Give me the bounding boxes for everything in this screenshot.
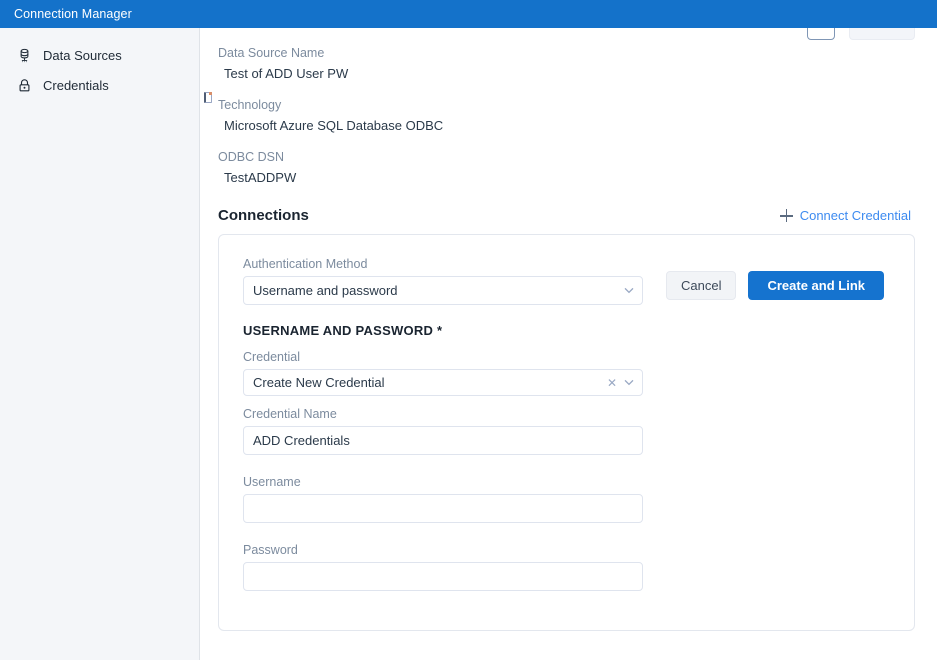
password-input[interactable] (243, 562, 643, 591)
field-label: Technology (218, 98, 915, 112)
credential-field: Credential Create New Credential ✕ (243, 350, 643, 396)
connect-credential-label: Connect Credential (800, 208, 911, 223)
cancel-button[interactable]: Cancel (666, 271, 736, 300)
username-input[interactable] (243, 494, 643, 523)
username-label: Username (243, 475, 643, 489)
field-odbc-dsn: ODBC DSN TestADDPW (218, 150, 915, 185)
details-panel: Data Source Name Test of ADD User PW Tec… (200, 28, 937, 631)
auth-method-select[interactable]: Username and password (243, 276, 643, 305)
credential-name-field: Credential Name ADD Credentials (243, 407, 643, 455)
lock-icon (16, 77, 32, 93)
window-title: Connection Manager (14, 7, 132, 21)
credential-select[interactable]: Create New Credential ✕ (243, 369, 643, 396)
connections-section-header: Connections Connect Credential (218, 207, 915, 224)
field-label: ODBC DSN (218, 150, 915, 164)
toolbar-button-outline[interactable] (807, 28, 835, 40)
connection-form-card: Authentication Method Username and passw… (218, 234, 915, 631)
credential-name-value: ADD Credentials (253, 434, 634, 447)
sidebar-item-data-sources[interactable]: Data Sources (0, 40, 199, 70)
clear-icon[interactable]: ✕ (607, 377, 617, 389)
field-data-source-name: Data Source Name Test of ADD User PW (218, 46, 915, 81)
password-field: Password (243, 543, 643, 591)
content-area: Data Source Name Test of ADD User PW Tec… (200, 28, 937, 660)
chevron-down-icon (624, 286, 634, 296)
toolbar-button-filled[interactable] (849, 28, 915, 40)
username-password-subsection-title: USERNAME AND PASSWORD * (243, 323, 890, 338)
field-technology: Technology Microsoft Azure SQL Database … (218, 98, 915, 133)
username-field: Username (243, 475, 643, 523)
title-bar: Connection Manager (0, 0, 937, 28)
auth-method-field: Authentication Method Username and passw… (243, 257, 643, 305)
field-value: Microsoft Azure SQL Database ODBC (218, 118, 915, 133)
edge-glyph-artifact (204, 92, 212, 103)
password-label: Password (243, 543, 643, 557)
credential-value: Create New Credential (253, 376, 607, 389)
auth-method-value: Username and password (253, 284, 624, 297)
create-and-link-button[interactable]: Create and Link (748, 271, 884, 300)
field-label: Data Source Name (218, 46, 915, 60)
form-actions: Cancel Create and Link (666, 271, 884, 300)
sidebar-item-credentials[interactable]: Credentials (0, 70, 199, 100)
field-value: Test of ADD User PW (218, 66, 915, 81)
connect-credential-button[interactable]: Connect Credential (780, 208, 911, 223)
chevron-down-icon (624, 378, 634, 388)
credential-form-fields: Credential Create New Credential ✕ (243, 350, 643, 591)
page-title: Connections (218, 207, 309, 224)
credential-name-input[interactable]: ADD Credentials (243, 426, 643, 455)
sidebar-item-label: Credentials (43, 78, 109, 93)
connection-manager-window: Connection Manager Data Sources (0, 0, 937, 660)
field-value: TestADDPW (218, 170, 915, 185)
credential-label: Credential (243, 350, 643, 364)
sidebar-item-label: Data Sources (43, 48, 122, 63)
database-icon (16, 47, 32, 63)
plus-icon (780, 209, 793, 222)
credential-name-label: Credential Name (243, 407, 643, 421)
content-toolbar (807, 28, 915, 40)
auth-method-row: Authentication Method Username and passw… (243, 257, 890, 305)
sidebar: Data Sources Credentials (0, 28, 200, 660)
auth-method-label: Authentication Method (243, 257, 643, 271)
window-body: Data Sources Credentials (0, 28, 937, 660)
